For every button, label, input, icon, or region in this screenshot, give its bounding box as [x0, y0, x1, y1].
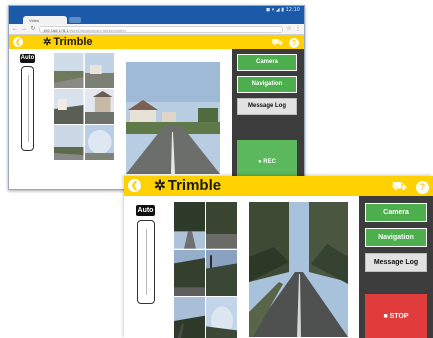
bookmark-star-icon[interactable]: ☆ [286, 26, 292, 32]
message-log-button[interactable]: Message Log [365, 253, 427, 272]
help-icon[interactable]: ? [289, 38, 299, 48]
browser-window: ◼ ▾ ◢ ▮ 12:10 Video ← → ↻ 192.168.178.1/… [8, 5, 305, 190]
forward-arrow-icon[interactable]: → [21, 26, 27, 32]
camera-thumbnail-grid [54, 53, 114, 160]
os-status-bar: ◼ ▾ ◢ ▮ 12:10 [9, 6, 304, 15]
auto-button[interactable]: Auto [136, 205, 155, 216]
back-circle-icon[interactable]: ❮ [13, 37, 23, 47]
trimble-logo: ✲ Trimble [154, 177, 221, 194]
browser-menu-icon[interactable]: ⋮ [295, 26, 301, 32]
camera-thumbnail[interactable] [206, 249, 237, 297]
browser-tab[interactable]: Video [23, 16, 67, 24]
camera-thumbnail[interactable] [174, 297, 205, 338]
camera-thumbnail[interactable] [174, 249, 205, 297]
camera-thumbnail[interactable] [54, 53, 84, 88]
camera-thumbnail[interactable] [84, 125, 114, 160]
browser-tab-strip: Video [9, 15, 304, 24]
new-tab-button[interactable] [69, 17, 81, 23]
help-icon[interactable]: ? [416, 180, 429, 194]
camera-thumbnail[interactable] [54, 89, 84, 124]
reload-icon[interactable]: ↻ [30, 26, 36, 32]
camera-thumbnail[interactable] [174, 202, 205, 249]
trimble-logo: ✲ Trimble [43, 36, 93, 48]
slider-rail [146, 229, 147, 295]
camera-thumbnail[interactable] [206, 202, 237, 249]
os-status-text: ◼ ▾ ◢ ▮ 12:10 [265, 7, 300, 13]
url-host: 192.168.178.1 [43, 27, 69, 33]
control-panel: Camera Navigation Message Log ■ STOP [359, 196, 433, 338]
brand-name: Trimble [167, 177, 222, 194]
app-header: ❮ ✲ Trimble ⛟ ? [124, 176, 433, 196]
control-panel: Camera Navigation Message Log ● REC [232, 49, 304, 189]
navigation-button[interactable]: Navigation [365, 228, 427, 247]
message-log-button[interactable]: Message Log [237, 98, 297, 115]
url-path: /WebDisplay/index.html#/control [68, 27, 126, 33]
exposure-slider[interactable] [137, 220, 155, 304]
url-input[interactable]: 192.168.178.1/WebDisplay/index.html#/con… [39, 25, 283, 33]
back-circle-icon[interactable]: ❮ [128, 179, 141, 192]
camera-thumbnail[interactable] [84, 89, 114, 124]
app-header: ❮ ✲ Trimble ⛟ ? [9, 35, 304, 49]
main-camera-view[interactable] [126, 62, 220, 174]
stop-button[interactable]: ■ STOP [365, 294, 427, 338]
browser-app: ❮ ✲ Trimble ⛟ ? Auto Camera Navigation M… [9, 35, 304, 189]
brand-name: Trimble [53, 36, 93, 48]
camera-thumbnail[interactable] [84, 53, 114, 88]
camera-thumbnail-grid [174, 202, 237, 338]
camera-button[interactable]: Camera [365, 203, 427, 222]
trimble-globe-icon: ✲ [154, 177, 166, 193]
app-body: Auto [9, 49, 304, 189]
vehicle-icon[interactable]: ⛟ [272, 37, 283, 49]
header-actions: ⛟ ? [272, 37, 299, 49]
camera-thumbnail[interactable] [54, 125, 84, 160]
back-arrow-icon[interactable]: ← [12, 26, 18, 32]
app-body: Auto [124, 196, 433, 338]
slider-rail [27, 75, 29, 142]
vehicle-icon[interactable]: ⛟ [392, 179, 407, 195]
camera-button[interactable]: Camera [237, 54, 297, 71]
trimble-globe-icon: ✲ [43, 36, 52, 48]
composite-screenshot: ◼ ▾ ◢ ▮ 12:10 Video ← → ↻ 192.168.178.1/… [0, 0, 433, 338]
main-camera-view[interactable] [249, 202, 348, 337]
address-bar-row: ← → ↻ 192.168.178.1/WebDisplay/index.htm… [9, 24, 304, 35]
auto-button[interactable]: Auto [20, 54, 35, 63]
navigation-button[interactable]: Navigation [237, 76, 297, 93]
header-actions: ⛟ ? [392, 179, 429, 195]
exposure-slider[interactable] [21, 66, 34, 151]
tablet-app: ❮ ✲ Trimble ⛟ ? Auto Camera Navigation M… [124, 176, 433, 338]
camera-thumbnail[interactable] [206, 297, 237, 338]
